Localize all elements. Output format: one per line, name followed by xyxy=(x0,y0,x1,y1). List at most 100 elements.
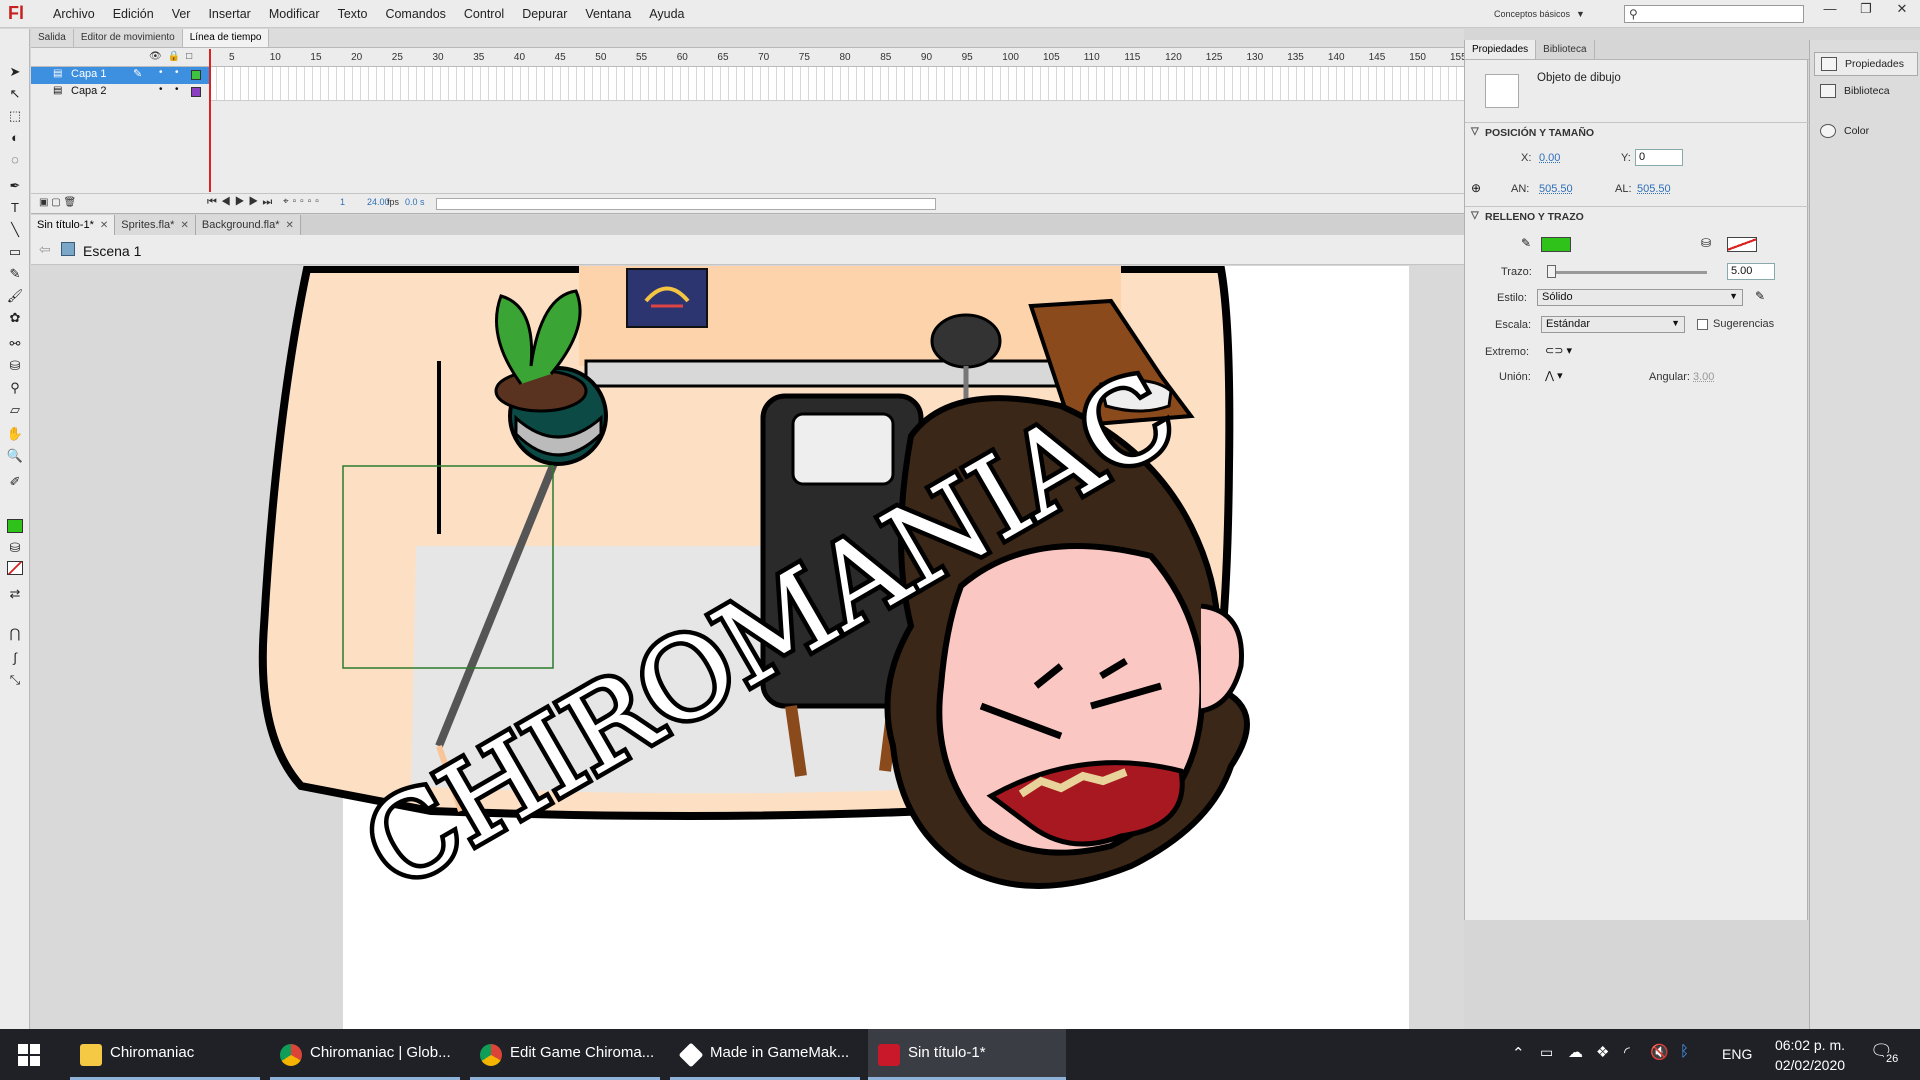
chevron-up-icon[interactable]: ⌃ xyxy=(1512,1044,1525,1062)
visibility-dot[interactable]: • xyxy=(159,84,163,95)
stroke-swatch[interactable] xyxy=(7,519,23,533)
tab-editor-movimiento[interactable]: Editor de movimiento xyxy=(74,29,183,47)
back-arrow-icon[interactable]: ⇦ xyxy=(39,241,51,258)
tab-biblioteca[interactable]: Biblioteca xyxy=(1536,40,1595,59)
lock-dot[interactable]: • xyxy=(175,84,179,95)
x-value[interactable]: 0.00 xyxy=(1539,152,1560,164)
wifi-icon[interactable]: ◜ xyxy=(1624,1043,1630,1061)
maximize-button[interactable]: ❐ xyxy=(1848,0,1884,20)
task-gamemaker[interactable]: Made in GameMak... xyxy=(670,1029,860,1080)
visibility-dot[interactable]: • xyxy=(159,67,163,78)
deco-tool-icon[interactable]: ✿ xyxy=(4,309,26,327)
close-icon[interactable]: ✕ xyxy=(180,220,188,231)
snap-magnet-icon[interactable]: ⋂ xyxy=(4,625,26,643)
paint-bucket-icon[interactable]: ⛁ xyxy=(4,357,26,375)
layer-row-capa1[interactable]: ▤ Capa 1 ✎ • • xyxy=(31,67,209,84)
eraser-icon[interactable]: ▱ xyxy=(4,401,26,419)
bone-tool-icon[interactable]: ⚯ xyxy=(4,335,26,353)
width-value[interactable]: 505.50 xyxy=(1539,183,1573,195)
bluetooth-icon[interactable]: ᛒ xyxy=(1680,1043,1689,1060)
playback-controls[interactable]: ⏮◀▶▶⏭ xyxy=(207,196,276,209)
free-transform-icon[interactable]: ⬚ xyxy=(4,107,26,125)
lasso-icon[interactable]: ◌ xyxy=(4,151,26,169)
straighten-icon[interactable]: ⤡ xyxy=(4,671,26,689)
menu-control[interactable]: Control xyxy=(455,0,513,28)
style-select[interactable]: Sólido ▼ xyxy=(1537,289,1743,306)
join-style-dropdown[interactable]: ⋀ ▾ xyxy=(1545,369,1563,382)
menu-modificar[interactable]: Modificar xyxy=(260,0,329,28)
subselection-tool-icon[interactable]: ↖ xyxy=(4,85,26,103)
task-chrome-2[interactable]: Edit Game Chiroma... xyxy=(470,1029,660,1080)
windows-start-button[interactable] xyxy=(0,1029,60,1080)
dropbox-icon[interactable]: ❖ xyxy=(1596,1043,1609,1061)
smooth-icon[interactable]: ∫ xyxy=(4,649,26,667)
frame-grid[interactable] xyxy=(209,67,1464,101)
menu-ver[interactable]: Ver xyxy=(163,0,200,28)
menu-ayuda[interactable]: Ayuda xyxy=(640,0,693,28)
pen-tool-icon[interactable]: ✒ xyxy=(4,177,26,195)
stroke-slider-thumb[interactable] xyxy=(1547,265,1556,278)
task-chrome-1[interactable]: Chiromaniac | Glob... xyxy=(270,1029,460,1080)
lock-dot[interactable]: • xyxy=(175,67,179,78)
doc-tab-sprites[interactable]: Sprites.fla* ✕ xyxy=(115,215,196,235)
task-flash[interactable]: Sin título-1* xyxy=(868,1029,1066,1080)
menu-texto[interactable]: Texto xyxy=(329,0,377,28)
playhead[interactable] xyxy=(209,49,211,192)
layer-color-swatch[interactable] xyxy=(191,70,201,80)
fill-bucket-icon[interactable]: ⛁ xyxy=(4,539,26,557)
scene-label[interactable]: Escena 1 xyxy=(83,243,141,259)
close-icon[interactable]: ✕ xyxy=(286,220,294,231)
layer-color-swatch[interactable] xyxy=(191,87,201,97)
cap-style-dropdown[interactable]: ⊂⊃ ▾ xyxy=(1545,344,1572,357)
notifications-button[interactable]: 🗨 26 xyxy=(1870,1041,1901,1067)
onion-skin-icons[interactable]: ⌖▫▫▫▫ xyxy=(283,196,323,207)
brush-tool-icon[interactable]: 🖌 xyxy=(4,287,26,305)
menu-insertar[interactable]: Insertar xyxy=(199,0,259,28)
task-chiromaniac-folder[interactable]: Chiromaniac xyxy=(70,1029,260,1080)
edit-style-pencil-icon[interactable]: ✎ xyxy=(1755,289,1765,303)
tab-propiedades[interactable]: Propiedades xyxy=(1465,40,1537,59)
workspace-selector[interactable]: Conceptos básicos ▼ xyxy=(1488,6,1585,20)
clock[interactable]: 06:02 p. m. 02/02/2020 xyxy=(1770,1035,1850,1075)
eyedropper-icon[interactable]: ⚲ xyxy=(4,379,26,397)
current-frame[interactable]: 1 xyxy=(340,197,345,207)
scale-select[interactable]: Estándar ▼ xyxy=(1541,316,1685,333)
layer-toggle-icons[interactable]: 👁🔒□ xyxy=(149,51,198,62)
3d-rotation-icon[interactable]: ◐ xyxy=(4,129,26,147)
stroke-color-swatch[interactable] xyxy=(1541,237,1571,252)
doc-tab-background[interactable]: Background.fla* ✕ xyxy=(195,215,301,235)
dock-propiedades[interactable]: Propiedades xyxy=(1814,52,1918,76)
section-position-size[interactable]: ▽ POSICIÓN Y TAMAÑO xyxy=(1465,122,1809,142)
height-value[interactable]: 505.50 xyxy=(1637,183,1671,195)
cloud-icon[interactable]: ☁ xyxy=(1568,1043,1583,1061)
close-button[interactable]: ✕ xyxy=(1884,0,1920,20)
miter-value[interactable]: 3.00 xyxy=(1693,371,1714,383)
new-layer-icon[interactable]: ▣ ▢ 🗑 xyxy=(39,197,76,208)
search-input[interactable]: ⚲ xyxy=(1624,5,1804,23)
rectangle-tool-icon[interactable]: ▭ xyxy=(4,243,26,261)
dock-biblioteca[interactable]: Biblioteca xyxy=(1814,80,1918,104)
line-tool-icon[interactable]: ╲ xyxy=(4,221,26,239)
fill-color-swatch[interactable] xyxy=(1727,237,1757,252)
tab-linea-tiempo[interactable]: Línea de tiempo xyxy=(182,29,270,47)
menu-archivo[interactable]: Archivo xyxy=(44,0,104,28)
text-tool-icon[interactable]: T xyxy=(4,199,26,217)
menu-depurar[interactable]: Depurar xyxy=(513,0,576,28)
tab-salida[interactable]: Salida xyxy=(31,29,74,47)
dock-color[interactable]: Color xyxy=(1814,120,1918,144)
pencil-tool-icon[interactable]: ✎ xyxy=(4,265,26,283)
stroke-color-icon[interactable]: ✐ xyxy=(4,473,26,491)
timeline-scrollbar[interactable] xyxy=(436,198,936,210)
swap-colors-icon[interactable]: ⇄ xyxy=(4,585,26,603)
y-input[interactable]: 0 xyxy=(1635,149,1683,166)
layer-row-capa2[interactable]: ▤ Capa 2 • • xyxy=(31,84,209,101)
hand-tool-icon[interactable]: ✋ xyxy=(4,425,26,443)
menu-ventana[interactable]: Ventana xyxy=(576,0,640,28)
volume-muted-icon[interactable]: 🔇 xyxy=(1650,1043,1669,1061)
stroke-slider-track[interactable] xyxy=(1547,271,1707,274)
battery-icon[interactable]: ▭ xyxy=(1540,1044,1553,1061)
menu-comandos[interactable]: Comandos xyxy=(376,0,454,28)
stage-artwork[interactable]: CHIROMANIAC xyxy=(31,266,1464,1029)
selection-tool-icon[interactable]: ➤ xyxy=(4,63,26,81)
stroke-width-input[interactable]: 5.00 xyxy=(1727,263,1775,280)
